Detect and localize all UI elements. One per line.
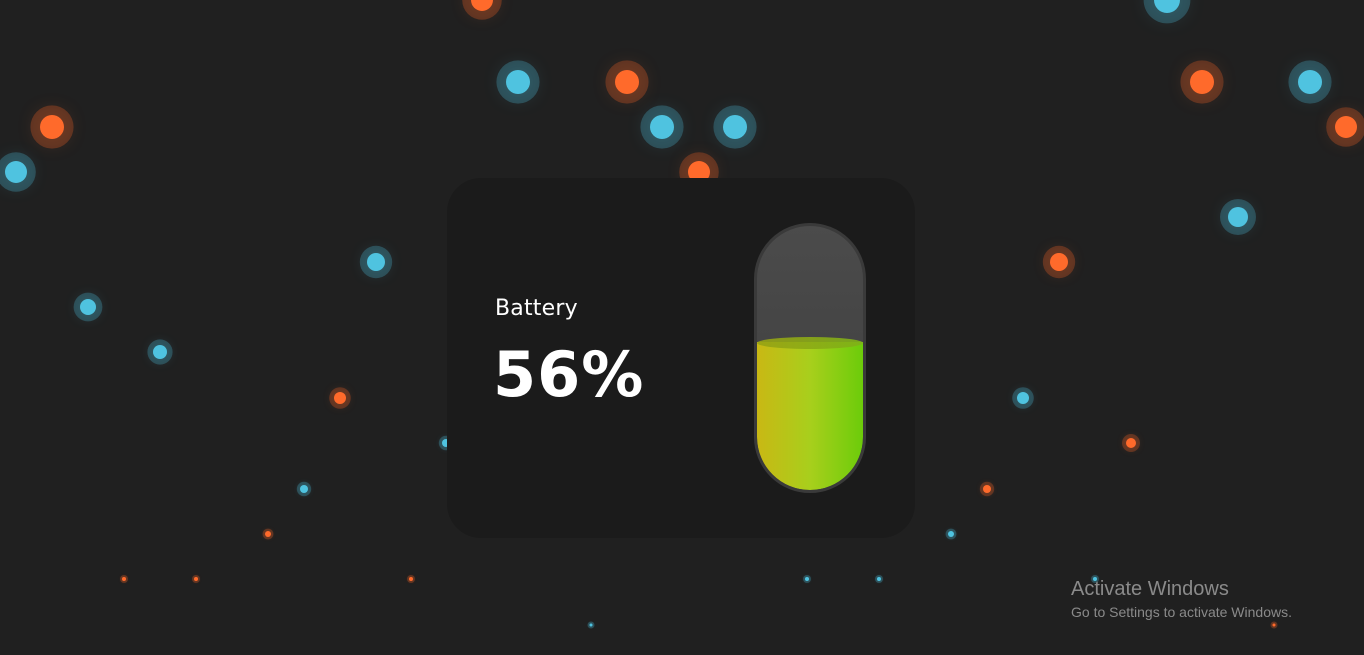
- particle-dot: [409, 577, 413, 581]
- activate-windows-watermark: Activate Windows Go to Settings to activ…: [1071, 578, 1292, 620]
- particle-dot: [5, 161, 27, 183]
- particle-dot: [877, 577, 881, 581]
- watermark-title: Activate Windows: [1071, 578, 1229, 600]
- particle-dot: [1154, 0, 1180, 13]
- particle-dot: [265, 531, 271, 537]
- particle-dot: [589, 623, 593, 627]
- particle-dot: [471, 0, 493, 11]
- particle-dot: [1335, 116, 1357, 138]
- battery-card: Battery 56%: [447, 178, 915, 538]
- particle-dot: [615, 70, 639, 94]
- particle-dot: [805, 577, 809, 581]
- particle-dot: [194, 577, 198, 581]
- particle-dot: [723, 115, 747, 139]
- particle-dot: [1272, 623, 1276, 627]
- battery-label: Battery: [495, 296, 578, 321]
- battery-pill: [754, 223, 866, 493]
- particle-dot: [122, 577, 126, 581]
- particle-dot: [1190, 70, 1214, 94]
- particle-dot: [1017, 392, 1029, 404]
- particle-dot: [300, 485, 308, 493]
- particle-dot: [1050, 253, 1068, 271]
- particle-dot: [948, 531, 954, 537]
- particle-dot: [40, 115, 64, 139]
- particle-dot: [153, 345, 167, 359]
- particle-dot: [650, 115, 674, 139]
- particle-dot: [1228, 207, 1248, 227]
- particle-dot: [506, 70, 530, 94]
- particle-dot: [367, 253, 385, 271]
- particle-dot: [80, 299, 96, 315]
- particle-dot: [1298, 70, 1322, 94]
- battery-percent: 56%: [493, 338, 645, 411]
- particle-dot: [983, 485, 991, 493]
- watermark-subtitle: Go to Settings to activate Windows.: [1071, 604, 1292, 620]
- particle-dot: [1126, 438, 1136, 448]
- particle-dot: [334, 392, 346, 404]
- battery-fill: [757, 337, 863, 490]
